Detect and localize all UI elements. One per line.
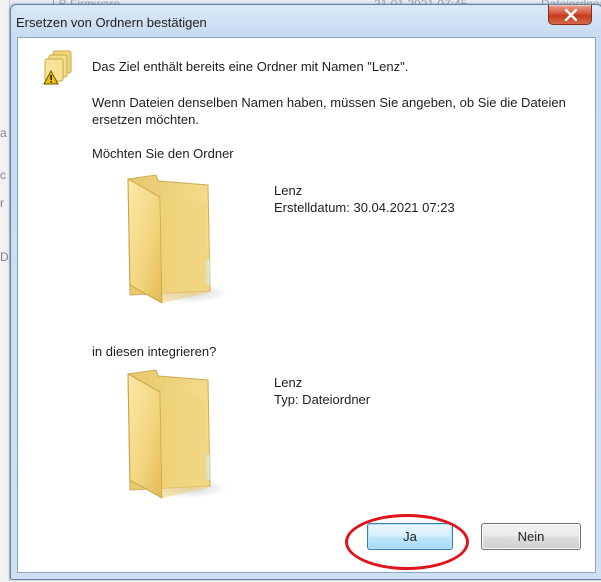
question-target: in diesen integrieren? bbox=[92, 344, 217, 359]
source-folder-detail: Erstelldatum: 30.04.2021 07:23 bbox=[274, 200, 455, 215]
background-edge-glyph: r bbox=[0, 196, 4, 210]
background-edge-glyph: D bbox=[0, 250, 9, 264]
dialog-titlebar[interactable]: Ersetzen von Ordnern bestätigen bbox=[11, 5, 601, 37]
folder-icon bbox=[127, 369, 228, 499]
source-folder-name: Lenz bbox=[274, 183, 303, 198]
no-button[interactable]: Nein bbox=[481, 523, 581, 550]
close-icon bbox=[564, 9, 578, 21]
target-folder-name: Lenz bbox=[274, 375, 303, 390]
background-explorer-edge: a c r D bbox=[0, 0, 10, 582]
message-files: Wenn Dateien denselben Namen haben, müss… bbox=[92, 95, 566, 127]
background-edge-glyph: a bbox=[0, 126, 7, 140]
background-edge-glyph: c bbox=[0, 168, 6, 182]
warning-folders-icon bbox=[43, 50, 72, 85]
dialog-content: Das Ziel enthält bereits eine Ordner mit… bbox=[17, 37, 596, 573]
confirm-folder-replace-dialog: Ersetzen von Ordnern bestätigen Das Ziel… bbox=[10, 4, 601, 580]
folder-icon bbox=[127, 174, 228, 304]
target-folder-detail: Typ: Dateiordner bbox=[274, 392, 371, 407]
question-source: Möchten Sie den Ordner bbox=[92, 146, 234, 161]
dialog-title: Ersetzen von Ordnern bestätigen bbox=[16, 15, 207, 30]
close-button[interactable] bbox=[548, 5, 592, 25]
yes-button[interactable]: Ja bbox=[367, 523, 453, 550]
screen: LB Firmware 21.01.2021 07:45 Dateiordner… bbox=[0, 0, 601, 582]
message-exists: Das Ziel enthält bereits eine Ordner mit… bbox=[92, 59, 409, 74]
